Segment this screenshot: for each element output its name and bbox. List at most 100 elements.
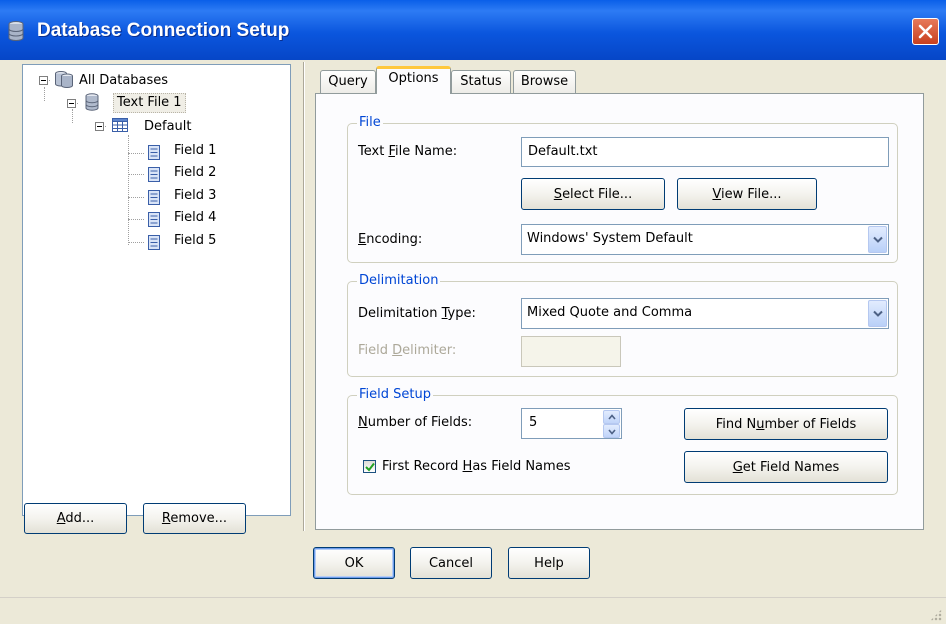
label-text: First Record (382, 459, 463, 474)
find-number-of-fields-button[interactable]: Find Number of Fields (684, 408, 888, 440)
close-icon (918, 24, 933, 39)
view-file-mnemonic: V (712, 186, 722, 202)
ok-button[interactable]: OK (313, 547, 395, 579)
label-mnemonic: N (358, 415, 368, 430)
label-text-rest: ncoding: (366, 232, 423, 247)
decrement-button[interactable] (603, 424, 620, 438)
delimitation-type-label: Delimitation Type: (358, 306, 476, 321)
tree-connector (128, 242, 144, 243)
number-of-fields-stepper[interactable]: 5 (521, 408, 622, 439)
encoding-select[interactable]: Windows' System Default (521, 224, 889, 255)
database-tree[interactable]: All Databases Text File 1 Default Field … (22, 64, 291, 516)
database-icon (85, 93, 99, 111)
tree-item-label: Field 5 (174, 233, 217, 248)
tree-item-field[interactable]: Field 4 (171, 208, 219, 228)
tree-connector (128, 153, 144, 154)
group-title: File (357, 115, 383, 131)
tab-query[interactable]: Query (320, 70, 376, 94)
tab-label: Status (460, 74, 502, 89)
group-title: Delimitation (357, 273, 441, 289)
tree-connector (128, 174, 144, 175)
add-button[interactable]: Add... (24, 503, 127, 534)
encoding-label: Encoding: (358, 232, 422, 247)
collapse-toggle[interactable] (95, 122, 104, 131)
collapse-toggle[interactable] (67, 99, 76, 108)
tree-connector (128, 135, 129, 245)
tab-label: Query (328, 74, 368, 89)
label-mnemonic: D (392, 343, 403, 358)
text-file-name-input[interactable]: Default.txt (521, 137, 889, 167)
label-text-rest: ype: (447, 306, 476, 321)
field-icon (148, 190, 160, 205)
splitter[interactable] (303, 62, 305, 531)
chevron-down-icon (873, 236, 883, 243)
number-of-fields-label: Number of Fields: (358, 415, 472, 430)
delimitation-type-select[interactable]: Mixed Quote and Comma (521, 298, 889, 329)
delimitation-type-value: Mixed Quote and Comma (527, 305, 693, 320)
label-text: Text (358, 144, 389, 159)
field-icon (148, 145, 160, 160)
select-file-button[interactable]: Select File... (521, 178, 665, 210)
window-title: Database Connection Setup (37, 20, 290, 41)
first-record-checkbox[interactable] (363, 460, 376, 473)
tab-status[interactable]: Status (451, 70, 511, 94)
close-button[interactable] (912, 18, 939, 45)
remove-button-label-rest: emove... (170, 511, 228, 526)
tree-item-field[interactable]: Field 2 (171, 163, 219, 183)
chevron-down-icon (873, 310, 883, 317)
delimitation-group: Delimitation (347, 273, 898, 377)
view-file-label-rest: iew File... (721, 186, 782, 202)
get-field-names-mnemonic: G (732, 459, 743, 475)
field-delimiter-label: Field Delimiter: (358, 343, 456, 358)
field-icon (148, 167, 160, 182)
find-number-label-rest: mber of Fields (764, 416, 857, 432)
remove-button[interactable]: Remove... (143, 503, 246, 534)
databases-icon (55, 71, 73, 88)
tree-item-label: Text File 1 (113, 93, 186, 113)
encoding-value: Windows' System Default (527, 231, 693, 246)
group-title: Field Setup (357, 387, 433, 403)
select-file-mnemonic: S (553, 186, 563, 202)
status-bar (0, 597, 946, 624)
text-file-name-label: Text File Name: (358, 144, 457, 159)
encoding-dropdown-button[interactable] (868, 226, 887, 253)
tree-connector (72, 109, 73, 123)
field-icon (148, 235, 160, 250)
tree-connector (128, 219, 144, 220)
label-text-rest: umber of Fields: (367, 415, 473, 430)
chevron-down-icon (608, 429, 616, 435)
tree-item-label: Field 1 (174, 143, 217, 158)
tree-connector (128, 197, 144, 198)
tree-item-field[interactable]: Field 1 (171, 141, 219, 161)
tab-browse[interactable]: Browse (513, 70, 576, 94)
tree-item-label: Default (144, 119, 192, 134)
get-field-names-button[interactable]: Get Field Names (684, 451, 888, 483)
field-delimiter-input (521, 336, 621, 367)
title-bar: Database Connection Setup (0, 0, 946, 60)
tab-label: Options (388, 71, 439, 86)
add-button-label-rest: dd... (65, 511, 95, 526)
delimitation-dropdown-button[interactable] (868, 300, 887, 327)
increment-button[interactable] (603, 410, 620, 424)
tree-item-field[interactable]: Field 3 (171, 186, 219, 206)
resize-grip[interactable] (930, 609, 942, 621)
first-record-label[interactable]: First Record Has Field Names (382, 459, 570, 474)
tab-label: Browse (520, 74, 569, 89)
tree-item-label: All Databases (79, 73, 169, 88)
view-file-button[interactable]: View File... (677, 178, 817, 210)
help-button[interactable]: Help (508, 547, 590, 579)
tree-item-field[interactable]: Field 5 (171, 231, 219, 251)
tree-item-default[interactable]: Default (141, 117, 195, 137)
label-text: Field (358, 343, 393, 358)
tree-item-text-file-1[interactable]: Text File 1 (113, 93, 186, 113)
collapse-toggle[interactable] (39, 76, 48, 85)
checkmark-icon (365, 462, 375, 472)
find-number-label: Find N (715, 416, 757, 432)
tree-item-label: Field 4 (174, 210, 217, 225)
tab-options[interactable]: Options (376, 66, 451, 94)
label-text: Delimitation (358, 306, 442, 321)
tree-item-all-databases[interactable]: All Databases (76, 71, 171, 91)
label-text-rest: as Field Names (472, 459, 571, 474)
cancel-button[interactable]: Cancel (410, 547, 492, 579)
number-of-fields-value: 5 (529, 415, 538, 430)
